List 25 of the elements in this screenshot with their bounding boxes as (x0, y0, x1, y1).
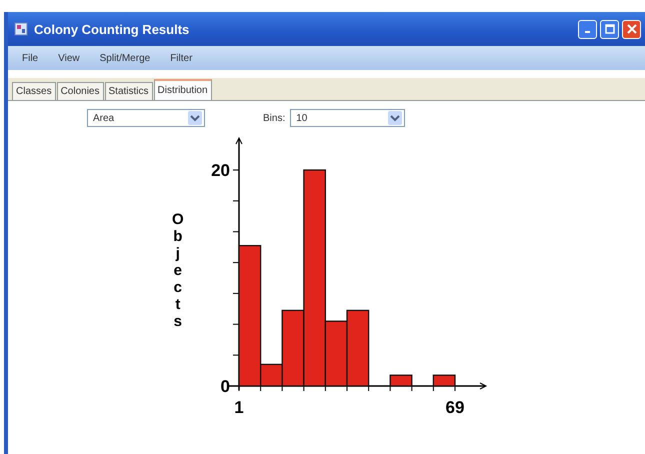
measure-dropdown[interactable]: Area (87, 109, 205, 127)
window-title: Colony Counting Results (34, 22, 190, 36)
bins-dropdown[interactable]: 10 (290, 109, 406, 127)
maximize-icon (604, 24, 614, 34)
y-axis-title: Objects (172, 211, 184, 330)
y-tick-label: 0 (220, 377, 230, 396)
menu-item[interactable]: Split/Merge (100, 52, 150, 64)
menu-item[interactable]: File (22, 52, 38, 64)
histogram-bar (432, 374, 456, 387)
tab[interactable]: Statistics (104, 82, 153, 100)
tab[interactable]: Colonies (56, 82, 104, 100)
minimize-button[interactable] (578, 20, 597, 38)
histogram-bar (390, 374, 412, 387)
menu-item[interactable]: View (58, 52, 80, 64)
x-tick-label: 1 (234, 398, 244, 417)
close-icon (626, 24, 636, 34)
menu-item[interactable]: Filter (170, 52, 192, 64)
x-tick-label: 69 (446, 398, 464, 417)
app-icon (14, 22, 28, 36)
tab[interactable]: Distribution (154, 79, 212, 100)
bins-label: Bins: (263, 112, 286, 124)
maximize-button[interactable] (600, 20, 619, 38)
y-tick-label: 20 (211, 161, 230, 180)
tab[interactable]: Classes (12, 82, 56, 100)
close-button[interactable] (622, 20, 641, 38)
